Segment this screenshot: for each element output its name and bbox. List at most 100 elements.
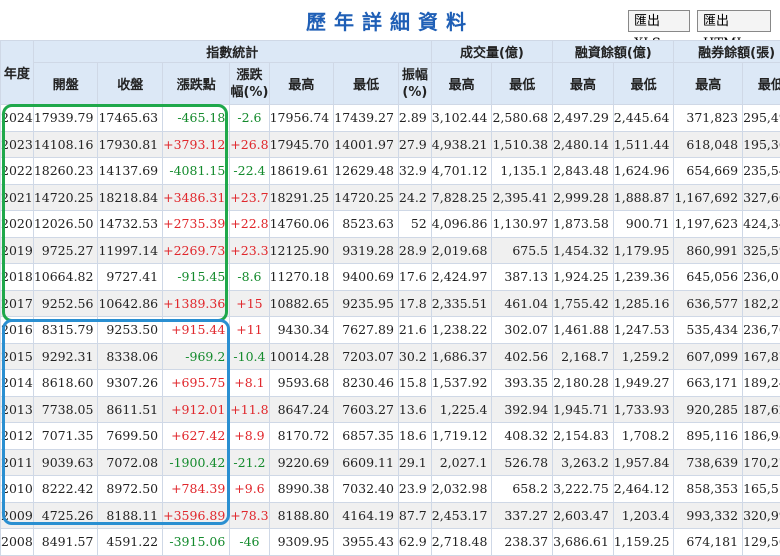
cell-margin-high: 2,999.28 [553, 184, 614, 211]
cell-short-high: 674,181 [674, 529, 743, 556]
cell-short-high: 645,056 [674, 264, 743, 291]
cell-short-low: 424,344 [743, 211, 780, 238]
cell-margin-low: 1,888.87 [613, 184, 674, 211]
cell-margin-high: 1,873.58 [553, 211, 614, 238]
cell-margin-low: 1,259.2 [613, 343, 674, 370]
cell-vol-low: 1,130.97 [492, 211, 553, 238]
cell-amplitude: 24.2 [398, 184, 431, 211]
cell-open: 9725.27 [33, 237, 98, 264]
cell-amplitude: 62.9 [398, 529, 431, 556]
cell-change: -1900.42 [163, 449, 230, 476]
cell-high: 11270.18 [269, 264, 334, 291]
cell-vol-high: 2,335.51 [431, 290, 492, 317]
group-index: 指數統計 [33, 41, 431, 63]
cell-vol-low: 337.27 [492, 502, 553, 529]
cell-vol-low: 675.5 [492, 237, 553, 264]
cell-margin-low: 1,179.95 [613, 237, 674, 264]
cell-open: 9292.31 [33, 343, 98, 370]
cell-amplitude: 18.6 [398, 423, 431, 450]
cell-margin-high: 3,263.2 [553, 449, 614, 476]
cell-short-high: 371,823 [674, 105, 743, 132]
cell-short-high: 860,991 [674, 237, 743, 264]
cell-year: 2019 [1, 237, 34, 264]
cell-close: 14137.69 [98, 158, 163, 185]
cell-margin-high: 1,945.71 [553, 396, 614, 423]
cell-change-pct: -21.2 [230, 449, 269, 476]
table-row: 20148618.609307.26+695.75+8.19593.688230… [1, 370, 780, 397]
cell-change-pct: +23.7 [230, 184, 269, 211]
cell-vol-low: 1,135.1 [492, 158, 553, 185]
cell-change: -915.45 [163, 264, 230, 291]
cell-vol-high: 2,718.48 [431, 529, 492, 556]
cell-short-low: 195,305 [743, 131, 780, 158]
cell-amplitude: 17.6 [398, 264, 431, 291]
cell-margin-high: 1,454.32 [553, 237, 614, 264]
cell-vol-low: 393.35 [492, 370, 553, 397]
cell-high: 9593.68 [269, 370, 334, 397]
table-row: 20088491.574591.22-3915.06-469309.953955… [1, 529, 780, 556]
cell-change-pct: +78.3 [230, 502, 269, 529]
cell-vol-high: 4,096.86 [431, 211, 492, 238]
col-vol-high: 最高 [431, 63, 492, 105]
cell-year: 2018 [1, 264, 34, 291]
cell-vol-low: 392.94 [492, 396, 553, 423]
cell-vol-high: 1,537.92 [431, 370, 492, 397]
cell-year: 2017 [1, 290, 34, 317]
col-close: 收盤 [98, 63, 163, 105]
cell-open: 8491.57 [33, 529, 98, 556]
cell-change-pct: -2.6 [230, 105, 269, 132]
cell-amplitude: 29.1 [398, 449, 431, 476]
cell-high: 9430.34 [269, 317, 334, 344]
cell-margin-low: 1,511.44 [613, 131, 674, 158]
cell-vol-low: 526.78 [492, 449, 553, 476]
cell-high: 14760.06 [269, 211, 334, 238]
table-row: 20108222.428972.50+784.39+9.68990.387032… [1, 476, 780, 503]
cell-margin-high: 2,843.48 [553, 158, 614, 185]
cell-change: +627.42 [163, 423, 230, 450]
cell-vol-low: 2,580.68 [492, 105, 553, 132]
cell-vol-low: 658.2 [492, 476, 553, 503]
cell-vol-high: 4,701.12 [431, 158, 492, 185]
cell-change-pct: +11.8 [230, 396, 269, 423]
col-change-pct: 漲跌幅(%) [230, 63, 269, 105]
col-open: 開盤 [33, 63, 98, 105]
cell-amplitude: 28.9 [398, 237, 431, 264]
table-row: 20127071.357699.50+627.42+8.98170.726857… [1, 423, 780, 450]
cell-margin-high: 1,755.42 [553, 290, 614, 317]
col-margin-high: 最高 [553, 63, 614, 105]
cell-open: 7738.05 [33, 396, 98, 423]
cell-high: 8647.24 [269, 396, 334, 423]
cell-change: +915.44 [163, 317, 230, 344]
cell-year: 2022 [1, 158, 34, 185]
cell-margin-high: 3,222.75 [553, 476, 614, 503]
export-xls-button[interactable]: 匯出XLS [628, 10, 690, 32]
cell-amplitude: 21.6 [398, 317, 431, 344]
cell-margin-low: 1,203.4 [613, 502, 674, 529]
cell-short-low: 189,248 [743, 370, 780, 397]
cell-low: 9319.28 [334, 237, 399, 264]
cell-amplitude: 87.7 [398, 502, 431, 529]
cell-margin-high: 3,686.61 [553, 529, 614, 556]
cell-short-low: 325,591 [743, 237, 780, 264]
cell-year: 2020 [1, 211, 34, 238]
cell-low: 7203.07 [334, 343, 399, 370]
cell-short-low: 170,272 [743, 449, 780, 476]
cell-vol-low: 408.32 [492, 423, 553, 450]
cell-short-low: 235,541 [743, 158, 780, 185]
cell-margin-low: 1,285.16 [613, 290, 674, 317]
cell-low: 8523.63 [334, 211, 399, 238]
cell-close: 7072.08 [98, 449, 163, 476]
cell-short-low: 165,513 [743, 476, 780, 503]
cell-open: 18260.23 [33, 158, 98, 185]
export-html-button[interactable]: 匯出HTML [697, 10, 771, 32]
cell-margin-high: 1,924.25 [553, 264, 614, 291]
cell-low: 7032.40 [334, 476, 399, 503]
cell-vol-low: 461.04 [492, 290, 553, 317]
cell-short-high: 895,116 [674, 423, 743, 450]
cell-short-high: 663,171 [674, 370, 743, 397]
cell-amplitude: 15.8 [398, 370, 431, 397]
cell-short-high: 654,669 [674, 158, 743, 185]
table-row: 202012026.5014732.53+2735.39+22.814760.0… [1, 211, 780, 238]
cell-close: 18218.84 [98, 184, 163, 211]
cell-change: +2269.73 [163, 237, 230, 264]
